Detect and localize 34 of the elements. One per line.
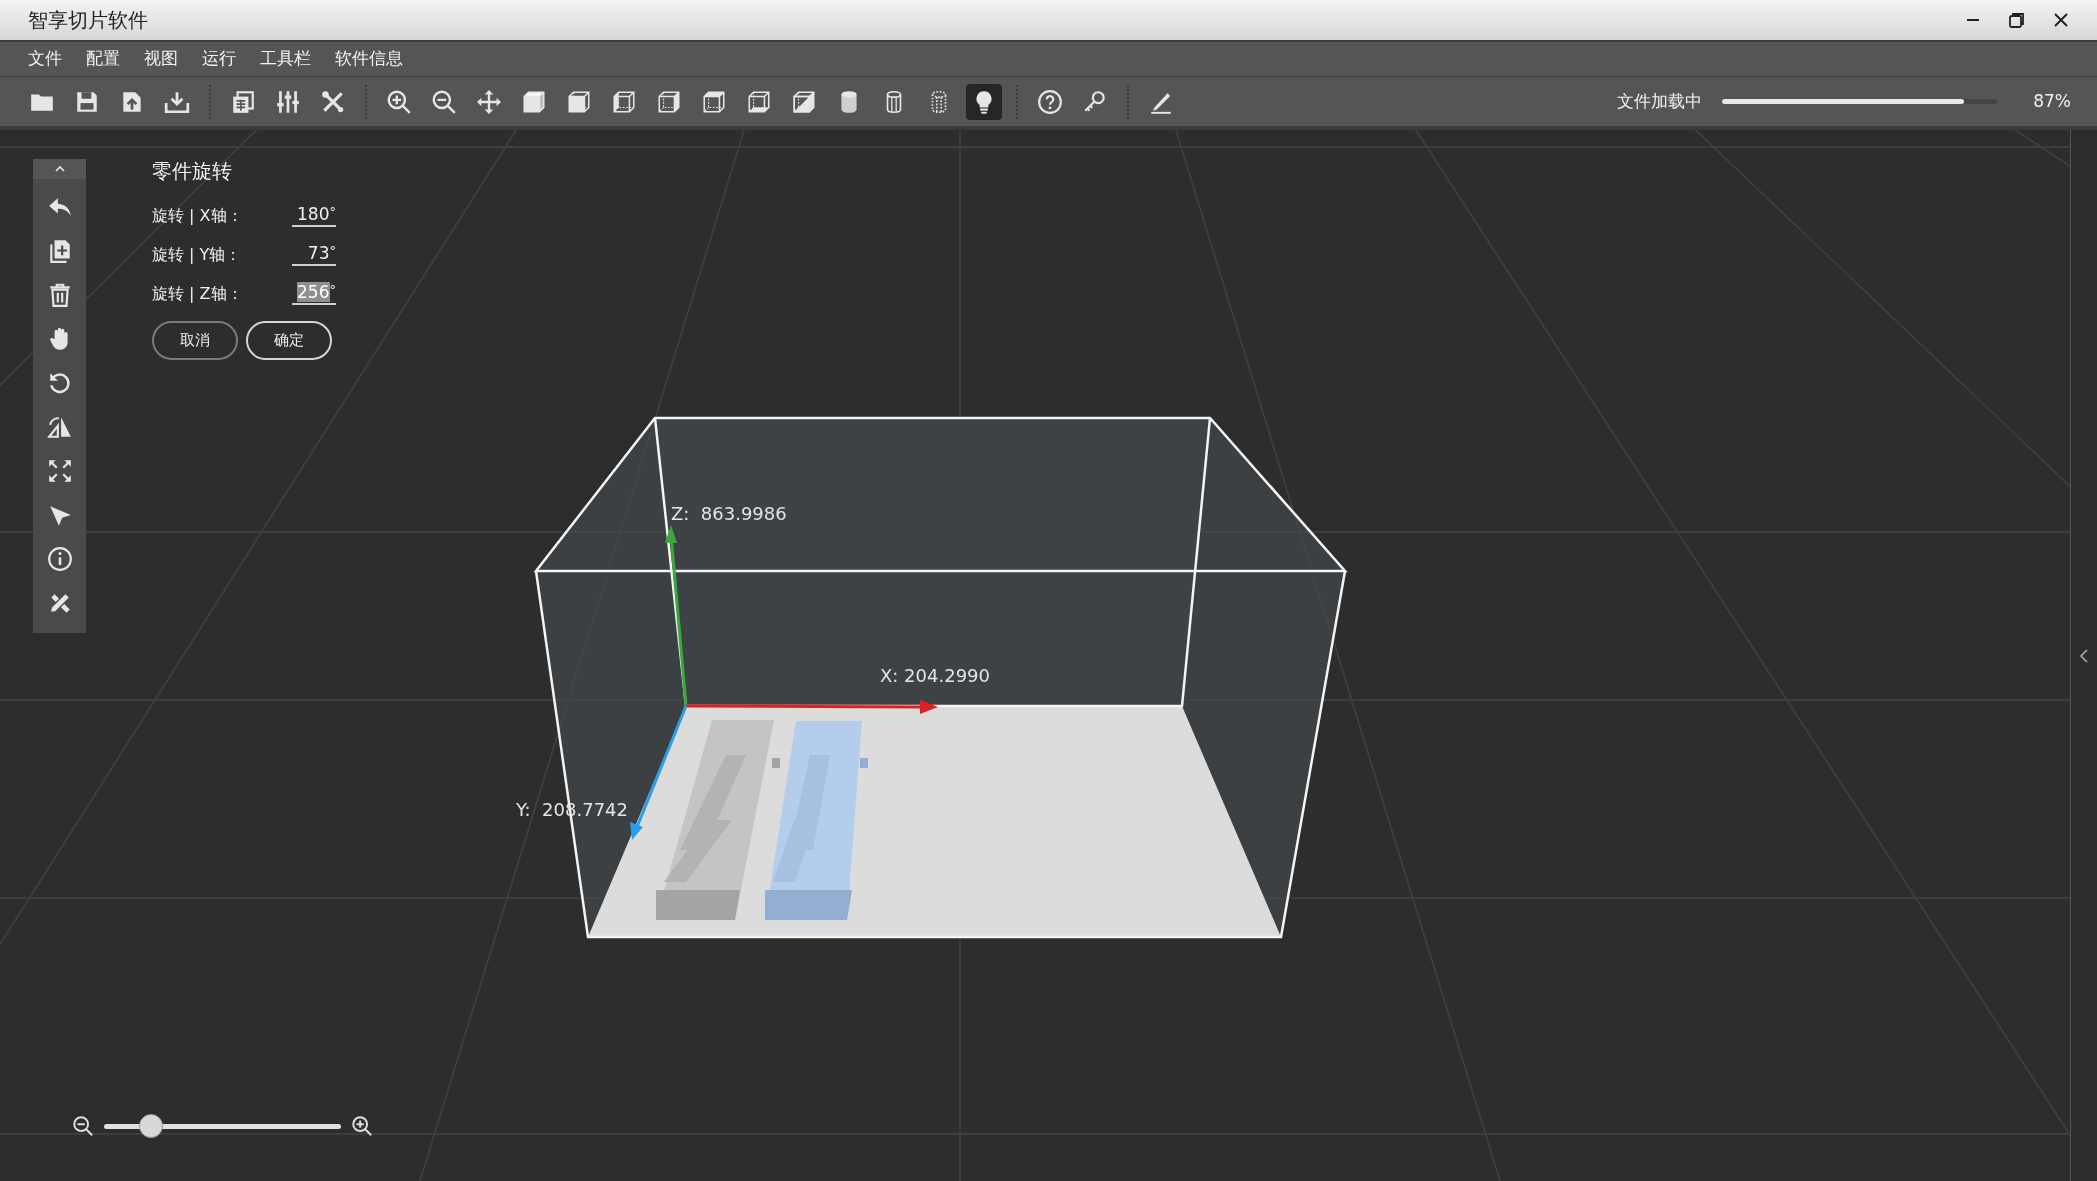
field-label: 旋转 | Z轴： [152,282,244,305]
loading-label: 文件加载中 [1617,89,1703,113]
axis-label: X: 204.2990 [880,665,990,686]
angle-field[interactable]: 73° [292,243,336,266]
zoom-out-icon[interactable] [72,1115,94,1137]
tool-button[interactable] [33,159,86,179]
zoom-in-icon[interactable] [351,1115,373,1137]
progress-percent: 87% [2033,89,2071,113]
menu-item[interactable]: 工具栏 [248,44,323,74]
axis-label: Z: 863.9986 [671,503,787,524]
menu-item[interactable]: 视图 [132,44,190,74]
slider-thumb[interactable] [139,1114,164,1138]
menu-item[interactable]: 文件 [16,44,74,74]
zoom-slider[interactable] [104,1114,341,1138]
scale-icon [46,458,73,484]
minimize-icon [1965,19,1981,21]
menu-item[interactable]: 运行 [190,44,248,74]
info-icon [46,546,73,572]
menu-item[interactable]: 软件信息 [323,44,415,74]
restore-icon [2008,11,2026,29]
help-icon [1037,87,1063,116]
angle-field[interactable]: 180° [292,204,336,227]
field-label: 旋转 | X轴： [152,204,244,227]
menu-item[interactable]: 配置 [74,44,132,74]
part-model[interactable] [656,720,780,920]
close-icon [2053,12,2069,28]
mirror-icon [46,414,73,440]
field-label: 旋转 | Y轴： [152,243,243,266]
window-title: 智享切片软件 [27,7,148,34]
dialog-button[interactable]: 取消 [152,321,238,360]
panel-title: 零件旋转 [152,158,233,185]
dialog-button[interactable]: 确定 [246,321,332,360]
toolbar-button[interactable] [966,83,1002,120]
chevron-left-icon [2079,647,2089,664]
